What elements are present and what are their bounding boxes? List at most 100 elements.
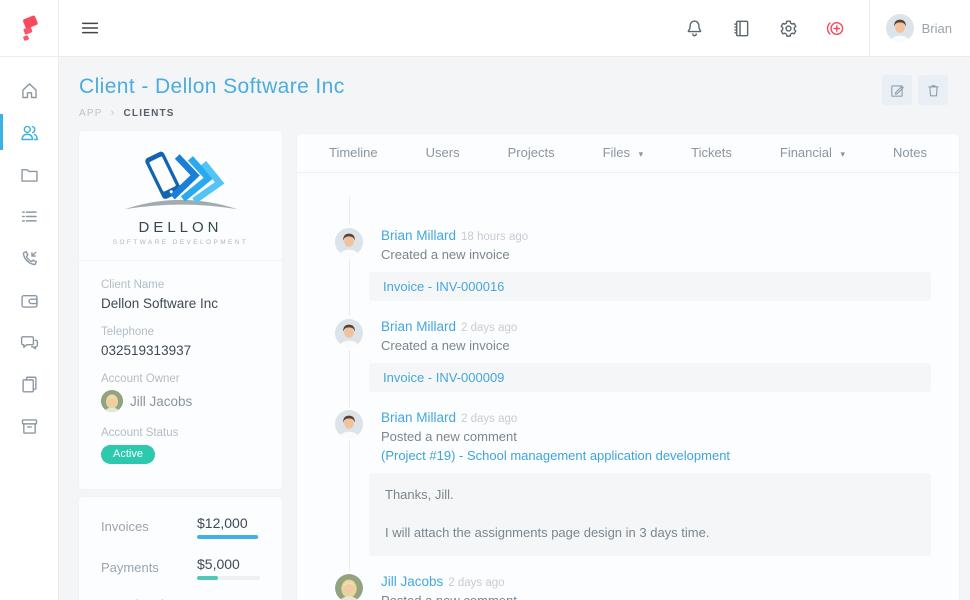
tab-tickets[interactable]: Tickets <box>667 134 756 172</box>
delete-button[interactable] <box>918 75 948 105</box>
sidebar-item-archive[interactable] <box>0 405 58 447</box>
topbar: Brian <box>0 0 970 57</box>
menu-toggle-icon[interactable] <box>79 17 101 39</box>
user-name: Brian <box>922 21 952 36</box>
dellon-logo-icon <box>115 145 247 217</box>
field-label: Telephone <box>101 326 260 338</box>
tab-notes[interactable]: Notes <box>869 134 951 172</box>
folder-icon <box>19 164 40 185</box>
phone-icon <box>19 248 40 269</box>
stat-row: Payments$5,000 <box>101 556 260 580</box>
timeline-comment-box: Thanks, Jill.I will attach the assignmen… <box>369 473 931 556</box>
timeline-user-link[interactable]: Brian Millard <box>381 228 456 243</box>
timeline-entry: Brian Millard 2 days ago Created a new inv… <box>335 319 931 392</box>
stat-progress-track <box>197 535 260 539</box>
client-logo: DELLON SOFTWARE DEVELOPMENT <box>79 131 282 261</box>
timeline-timestamp: 2 days ago <box>448 577 504 589</box>
sidebar-item-list[interactable] <box>0 195 58 237</box>
client-info-card: DELLON SOFTWARE DEVELOPMENT Client Name … <box>79 131 282 489</box>
sidebar-item-home[interactable] <box>0 69 58 111</box>
timeline-user-link[interactable]: Brian Millard <box>381 319 456 334</box>
timeline-entry: Brian Millard 2 days ago Posted a new comm… <box>335 410 931 556</box>
breadcrumb-app[interactable]: APP <box>79 108 103 119</box>
field-label: Client Name <box>101 279 260 291</box>
client-stats-card: Invoices$12,000Payments$5,000Completed P… <box>79 497 282 600</box>
edit-button[interactable] <box>882 75 912 105</box>
users-icon <box>19 122 40 143</box>
field-client-name: Client Name Dellon Software Inc <box>101 279 260 311</box>
timeline-timestamp: 2 days ago <box>461 322 517 334</box>
timeline-action: Created a new invoice <box>381 338 931 353</box>
sidebar-item-phone[interactable] <box>0 237 58 279</box>
timeline-avatar <box>335 574 363 600</box>
header-actions <box>882 75 948 105</box>
app-logo[interactable] <box>0 0 59 56</box>
client-panel: DELLON SOFTWARE DEVELOPMENT Client Name … <box>79 131 282 600</box>
breadcrumb-separator-icon: › <box>111 107 116 119</box>
timeline-timestamp: 2 days ago <box>461 413 517 425</box>
sidebar-item-documents[interactable] <box>0 363 58 405</box>
tab-bar: TimelineUsersProjectsFiles ▾TicketsFinan… <box>297 134 959 173</box>
client-logo-company: DELLON <box>138 219 222 236</box>
chevron-down-icon: ▾ <box>841 149 846 159</box>
timeline-avatar <box>335 319 363 347</box>
timeline: Brian Millard18 hours agoCreated a new i… <box>297 173 959 600</box>
chevron-down-icon: ▾ <box>639 149 644 159</box>
settings-icon[interactable] <box>770 9 808 47</box>
timeline-entry: Jill Jacobs 2 days ago Posted a new commen… <box>335 574 931 600</box>
field-label: Account Status <box>101 427 260 439</box>
timeline-invoice-link[interactable]: Invoice - INV-000009 <box>369 363 931 392</box>
timeline-action: Created a new invoice <box>381 247 931 262</box>
sidebar-item-users[interactable] <box>0 111 58 153</box>
sidebar-item-chat[interactable] <box>0 321 58 363</box>
sidebar-item-wallet[interactable] <box>0 279 58 321</box>
timeline-invoice-link[interactable]: Invoice - INV-000016 <box>369 272 931 301</box>
notebook-icon[interactable] <box>723 9 761 47</box>
owner-name: Jill Jacobs <box>130 394 192 409</box>
user-menu[interactable]: Brian <box>869 0 970 56</box>
stat-progress-fill <box>197 576 218 580</box>
stat-label: Payments <box>101 560 197 576</box>
timeline-action: Posted a new comment <box>381 593 931 600</box>
archive-icon <box>19 416 40 437</box>
field-value: Dellon Software Inc <box>101 296 260 311</box>
tab-users[interactable]: Users <box>402 134 484 172</box>
field-telephone: Telephone 032519313937 <box>101 326 260 358</box>
timeline-avatar <box>335 410 363 438</box>
tab-timeline[interactable]: Timeline <box>305 134 402 172</box>
client-logo-tagline: SOFTWARE DEVELOPMENT <box>113 239 249 246</box>
list-icon <box>19 206 40 227</box>
main-content: Client - Dellon Software Inc APP › CLIEN… <box>59 57 970 600</box>
timeline-user-link[interactable]: Jill Jacobs <box>381 574 443 589</box>
timeline-entry: Brian Millard18 hours agoCreated a new i… <box>335 228 931 301</box>
tab-financial[interactable]: Financial ▾ <box>756 134 869 172</box>
home-icon <box>19 80 40 101</box>
field-label: Account Owner <box>101 373 260 385</box>
notifications-icon[interactable] <box>676 9 714 47</box>
breadcrumb-clients[interactable]: CLIENTS <box>124 108 175 119</box>
stat-value: $5,000 <box>197 556 260 572</box>
brand-logo-icon <box>16 15 42 41</box>
user-avatar <box>886 14 914 42</box>
sidebar-item-folder[interactable] <box>0 153 58 195</box>
topbar-icons <box>676 9 855 47</box>
status-badge: Active <box>101 445 155 464</box>
stat-value: $12,000 <box>197 515 260 531</box>
timeline-action: Posted a new comment <box>381 429 931 444</box>
tab-files[interactable]: Files ▾ <box>579 134 668 172</box>
trash-icon <box>925 82 942 99</box>
field-account-owner: Account Owner Jill Jacobs <box>101 373 260 412</box>
timeline-project-link[interactable]: (Project #19) - School management applic… <box>381 448 931 463</box>
timeline-user-link[interactable]: Brian Millard <box>381 410 456 425</box>
quick-add-icon[interactable] <box>817 9 855 47</box>
pages-icon <box>19 374 40 395</box>
sidebar <box>0 57 59 600</box>
breadcrumb: APP › CLIENTS <box>79 107 345 119</box>
field-account-status: Account Status Active <box>101 427 260 464</box>
tab-projects[interactable]: Projects <box>484 134 579 172</box>
stat-label: Invoices <box>101 519 197 535</box>
page-title: Client - Dellon Software Inc <box>79 75 345 99</box>
page-header: Client - Dellon Software Inc APP › CLIEN… <box>59 57 970 119</box>
client-detail-card: TimelineUsersProjectsFiles ▾TicketsFinan… <box>297 134 959 600</box>
timeline-avatar <box>335 228 363 256</box>
